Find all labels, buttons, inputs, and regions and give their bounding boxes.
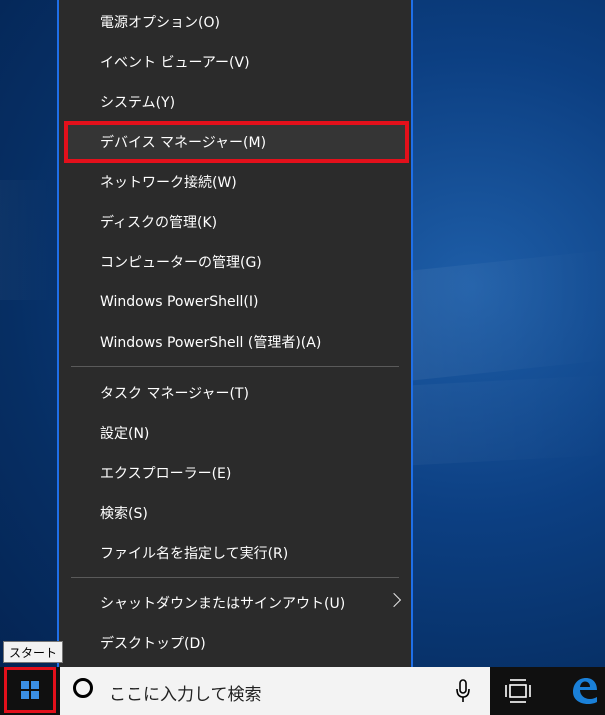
search-placeholder: ここに入力して検索 xyxy=(109,685,262,705)
menu-item-task-manager[interactable]: タスク マネージャー(T) xyxy=(59,373,411,413)
wallpaper-light-beam xyxy=(412,249,605,381)
menu-item-windows-powershell-admin[interactable]: Windows PowerShell (管理者)(A) xyxy=(59,322,411,362)
microphone-icon[interactable] xyxy=(455,679,471,703)
start-button[interactable] xyxy=(4,667,56,713)
wallpaper-light-beam xyxy=(0,180,60,300)
menu-item-desktop[interactable]: デスクトップ(D) xyxy=(59,623,411,663)
menu-item-power-options[interactable]: 電源オプション(O) xyxy=(59,2,411,42)
task-view-icon[interactable] xyxy=(503,677,533,705)
menu-item-system[interactable]: システム(Y) xyxy=(59,82,411,122)
menu-separator xyxy=(71,577,399,578)
wallpaper-light-beam xyxy=(412,374,605,466)
menu-item-windows-powershell[interactable]: Windows PowerShell(I) xyxy=(59,282,411,322)
menu-item-event-viewer[interactable]: イベント ビューアー(V) xyxy=(59,42,411,82)
menu-item-computer-management[interactable]: コンピューターの管理(G) xyxy=(59,242,411,282)
winx-context-menu: 電源オプション(O) イベント ビューアー(V) システム(Y) デバイス マネ… xyxy=(57,0,413,674)
start-tooltip: スタート xyxy=(3,641,64,663)
menu-item-search[interactable]: 検索(S) xyxy=(59,493,411,533)
taskbar: ここに入力して検索 xyxy=(0,667,605,715)
menu-item-run[interactable]: ファイル名を指定して実行(R) xyxy=(59,533,411,573)
menu-separator xyxy=(71,366,399,367)
edge-icon[interactable] xyxy=(569,675,599,705)
taskbar-search-box[interactable]: ここに入力して検索 xyxy=(60,667,490,715)
menu-item-network-connections[interactable]: ネットワーク接続(W) xyxy=(59,162,411,202)
menu-item-device-manager[interactable]: デバイス マネージャー(M) xyxy=(64,121,409,163)
menu-item-label: シャットダウンまたはサインアウト(U) xyxy=(100,596,346,612)
windows-logo-icon xyxy=(21,681,39,699)
menu-item-settings[interactable]: 設定(N) xyxy=(59,413,411,453)
menu-item-disk-management[interactable]: ディスクの管理(K) xyxy=(59,202,411,242)
menu-item-explorer[interactable]: エクスプローラー(E) xyxy=(59,453,411,493)
cortana-icon xyxy=(73,678,93,698)
menu-item-shutdown-or-sign-out[interactable]: シャットダウンまたはサインアウト(U) xyxy=(59,583,411,623)
